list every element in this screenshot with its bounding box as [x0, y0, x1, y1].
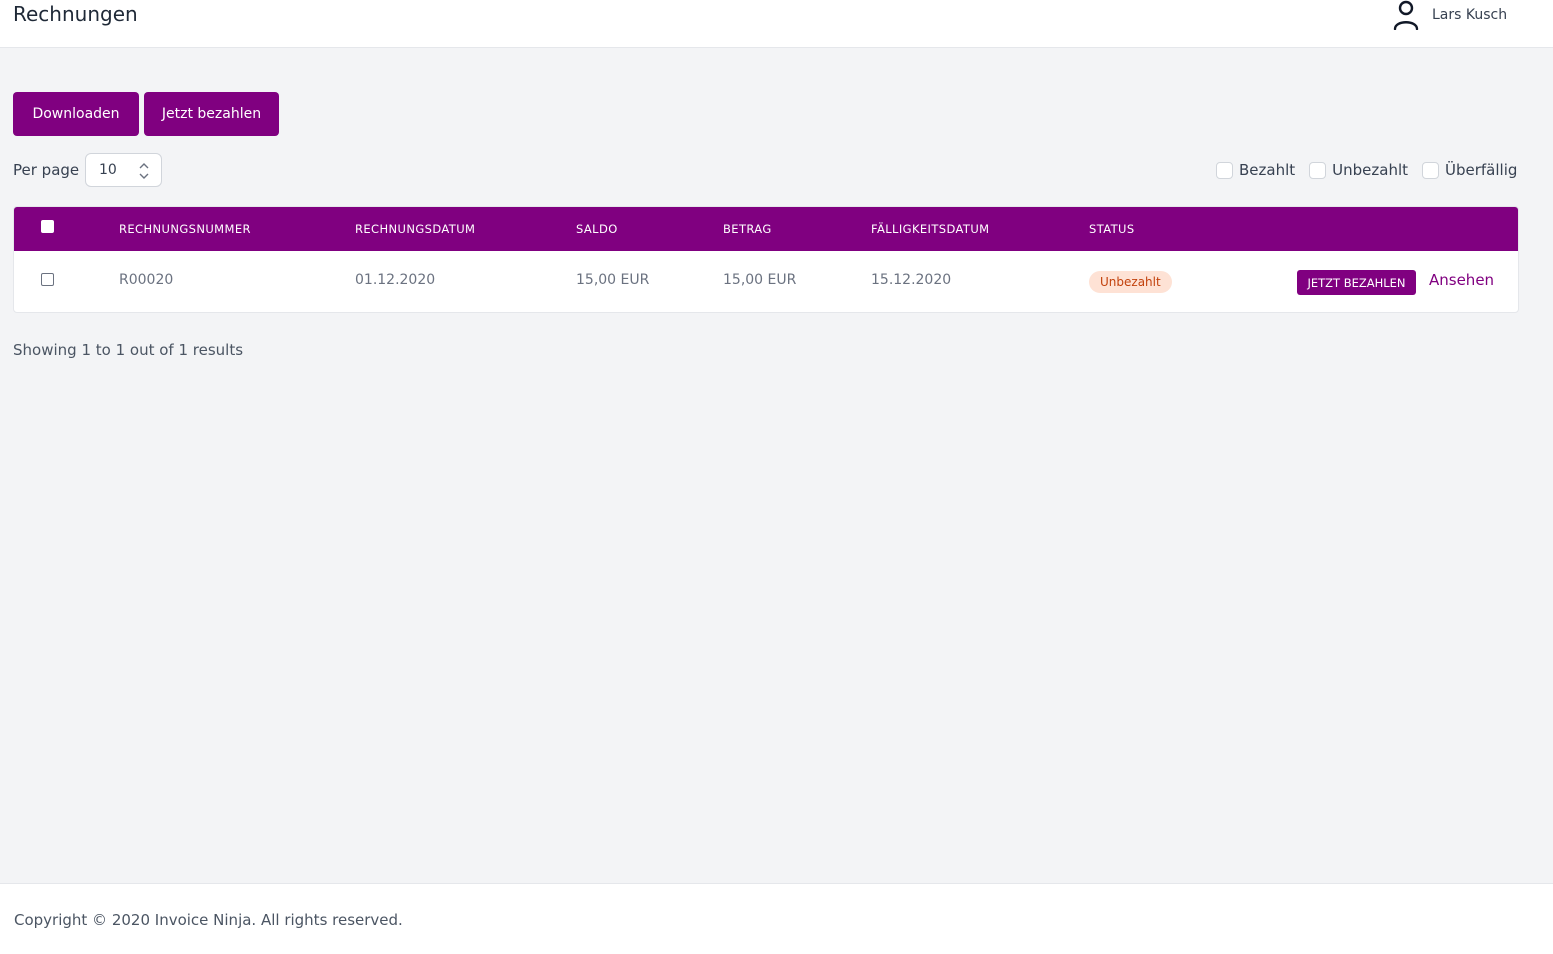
filter-overdue-checkbox[interactable] — [1422, 161, 1439, 179]
chevron-up-down-icon — [139, 161, 149, 181]
invoice-due-date: 15.12.2020 — [871, 272, 952, 288]
table-header: Rechnungsnummer Rechnungsdatum Saldo Bet… — [14, 207, 1518, 251]
invoice-number: R00020 — [119, 272, 174, 288]
view-invoice-link[interactable]: Ansehen — [1429, 271, 1494, 289]
pay-now-button[interactable]: Jetzt bezahlen — [144, 92, 279, 136]
copyright-text: Copyright © 2020 Invoice Ninja. All righ… — [14, 911, 403, 929]
status-filters: Bezahlt Unbezahlt Überfällig — [1216, 161, 1517, 179]
filter-unpaid-checkbox[interactable] — [1309, 161, 1327, 179]
invoice-balance: 15,00 EUR — [576, 272, 650, 288]
column-header-status[interactable]: Status — [1089, 222, 1135, 236]
user-name: Lars Kusch — [1432, 7, 1508, 23]
invoices-table: Rechnungsnummer Rechnungsdatum Saldo Bet… — [13, 206, 1519, 313]
column-header-balance[interactable]: Saldo — [576, 222, 618, 236]
per-page-label: Per page — [13, 161, 80, 179]
status-badge: Unbezahlt — [1089, 271, 1172, 293]
select-all-checkbox[interactable] — [41, 220, 54, 233]
page-title: Rechnungen — [13, 2, 138, 26]
pagination-summary: Showing 1 to 1 out of 1 results — [13, 341, 244, 359]
filter-overdue[interactable]: Überfällig — [1422, 161, 1517, 179]
column-header-amount[interactable]: Betrag — [723, 222, 772, 236]
column-header-date[interactable]: Rechnungsdatum — [355, 222, 475, 236]
per-page-select[interactable]: 10 — [85, 153, 162, 187]
top-header: Rechnungen Lars Kusch — [0, 0, 1553, 48]
filter-unpaid-label: Unbezahlt — [1332, 161, 1408, 179]
user-menu[interactable]: Lars Kusch — [1392, 0, 1507, 30]
per-page-value: 10 — [99, 162, 117, 178]
filter-overdue-label: Überfällig — [1445, 161, 1518, 179]
user-icon — [1392, 0, 1420, 30]
filter-paid[interactable]: Bezahlt — [1216, 161, 1295, 179]
column-header-due-date[interactable]: Fälligkeitsdatum — [871, 222, 989, 236]
footer: Copyright © 2020 Invoice Ninja. All righ… — [0, 883, 1553, 954]
row-checkbox[interactable] — [41, 273, 54, 286]
filter-unpaid[interactable]: Unbezahlt — [1309, 161, 1408, 179]
invoice-date: 01.12.2020 — [355, 272, 436, 288]
column-header-number[interactable]: Rechnungsnummer — [119, 222, 251, 236]
row-pay-now-button[interactable]: Jetzt bezahlen — [1297, 270, 1416, 295]
download-button[interactable]: Downloaden — [13, 92, 139, 136]
filter-paid-checkbox[interactable] — [1216, 161, 1233, 179]
invoice-amount: 15,00 EUR — [723, 272, 797, 288]
filter-paid-label: Bezahlt — [1239, 161, 1296, 179]
table-row: R00020 01.12.2020 15,00 EUR 15,00 EUR 15… — [14, 251, 1518, 312]
